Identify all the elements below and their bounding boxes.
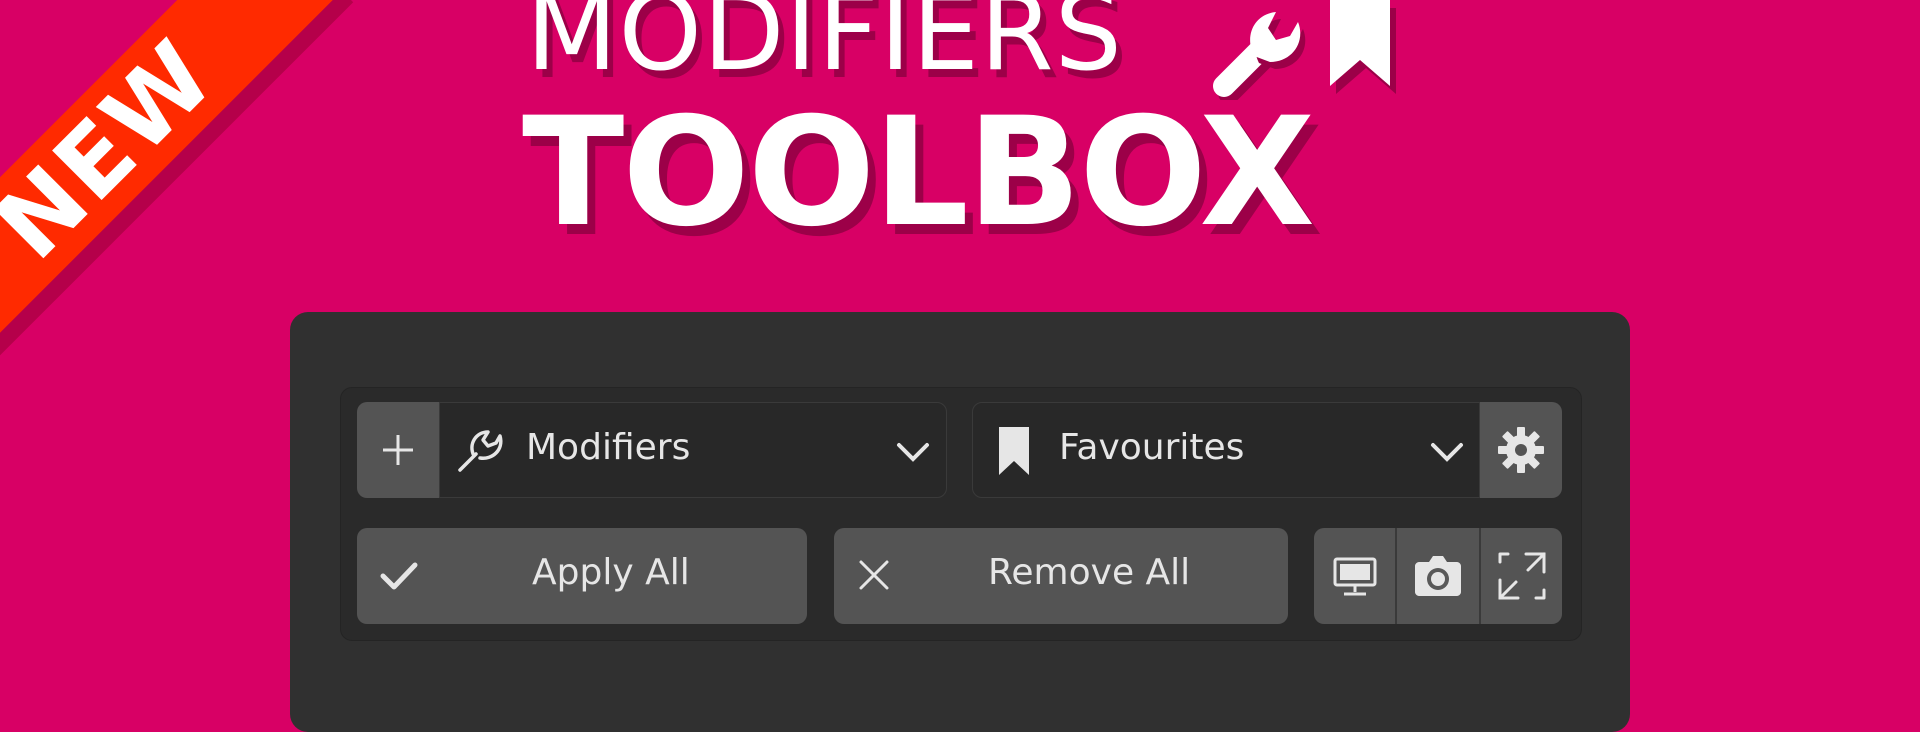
remove-all-button[interactable]: Remove All xyxy=(834,528,1288,624)
close-icon xyxy=(859,560,889,590)
checkmark-icon xyxy=(380,562,418,590)
remove-all-label: Remove All xyxy=(988,552,1191,593)
chevron-down-icon xyxy=(897,443,929,462)
new-ribbon-band: NEW xyxy=(0,0,342,360)
favourites-dropdown[interactable]: Favourites xyxy=(972,402,1480,498)
bookmark-icon xyxy=(999,427,1029,475)
title-line-modifiers: MODIFIERS xyxy=(526,0,1123,94)
settings-button[interactable] xyxy=(1480,402,1562,498)
plus-icon xyxy=(383,435,413,465)
new-ribbon-text: NEW xyxy=(0,19,236,281)
visibility-toggle-group xyxy=(1314,528,1562,624)
logo-bookmark-icon xyxy=(1330,0,1396,94)
chevron-down-icon xyxy=(1431,443,1463,462)
add-modifier-button[interactable] xyxy=(357,402,439,498)
modifiers-dropdown[interactable]: Modifiers xyxy=(439,402,947,498)
expand-toggle[interactable] xyxy=(1481,528,1562,624)
gear-icon xyxy=(1498,427,1544,473)
favourites-dropdown-label: Favourites xyxy=(1059,427,1245,468)
monitor-icon xyxy=(1333,557,1377,596)
toolbox-panel xyxy=(290,312,1630,732)
title-line-toolbox: TOOLBOX xyxy=(522,86,1315,260)
apply-all-button[interactable]: Apply All xyxy=(357,528,807,624)
wrench-icon xyxy=(458,430,503,472)
camera-icon xyxy=(1415,556,1461,596)
viewport-display-toggle[interactable] xyxy=(1314,528,1395,624)
render-toggle[interactable] xyxy=(1397,528,1479,624)
apply-all-label: Apply All xyxy=(532,552,690,593)
logo-icons xyxy=(1213,0,1396,100)
logo-wrench-icon xyxy=(1213,12,1306,100)
expand-icon xyxy=(1498,552,1546,600)
modifiers-dropdown-label: Modifiers xyxy=(526,427,691,468)
new-ribbon: NEW xyxy=(0,0,360,360)
